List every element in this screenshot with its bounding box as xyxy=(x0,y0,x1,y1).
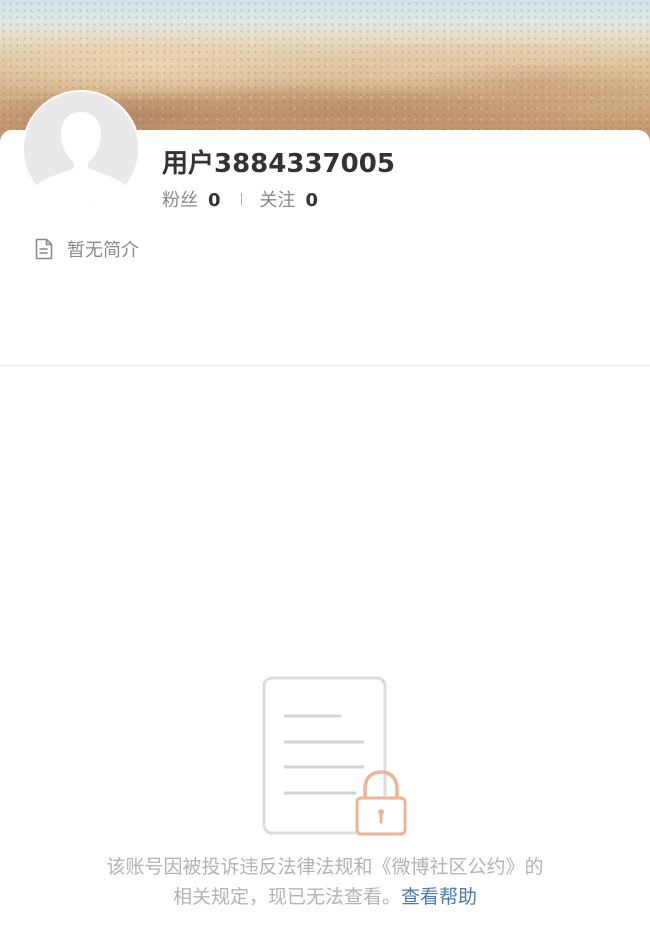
view-help-link[interactable]: 查看帮助 xyxy=(401,886,477,908)
avatar[interactable] xyxy=(22,90,140,208)
blocked-account-notice: 该账号因被投诉违反法律法规和《微博社区公约》的 相关规定，现已无法查看。查看帮助 xyxy=(0,852,650,912)
following-stat[interactable]: 关注 0 xyxy=(260,186,319,212)
followers-count: 0 xyxy=(208,190,221,211)
notice-line-2: 相关规定，现已无法查看。查看帮助 xyxy=(0,882,650,912)
section-divider xyxy=(0,365,650,366)
profile-intro: 暂无简介 xyxy=(34,236,139,262)
default-avatar-icon xyxy=(24,92,138,206)
followers-stat[interactable]: 粉丝 0 xyxy=(162,186,221,212)
profile-stats: 粉丝 0 关注 0 xyxy=(162,186,318,212)
notice-line-1: 该账号因被投诉违反法律法规和《微博社区公约》的 xyxy=(106,856,544,878)
notice-line-2-text: 相关规定，现已无法查看。 xyxy=(172,886,401,908)
locked-document-icon xyxy=(262,676,407,836)
followers-label: 粉丝 xyxy=(162,190,198,211)
stats-separator xyxy=(240,193,242,205)
document-icon xyxy=(35,238,53,260)
following-count: 0 xyxy=(305,190,319,211)
following-label: 关注 xyxy=(259,190,296,211)
intro-text: 暂无简介 xyxy=(67,240,139,261)
username: 用户3884337005 xyxy=(162,149,395,179)
